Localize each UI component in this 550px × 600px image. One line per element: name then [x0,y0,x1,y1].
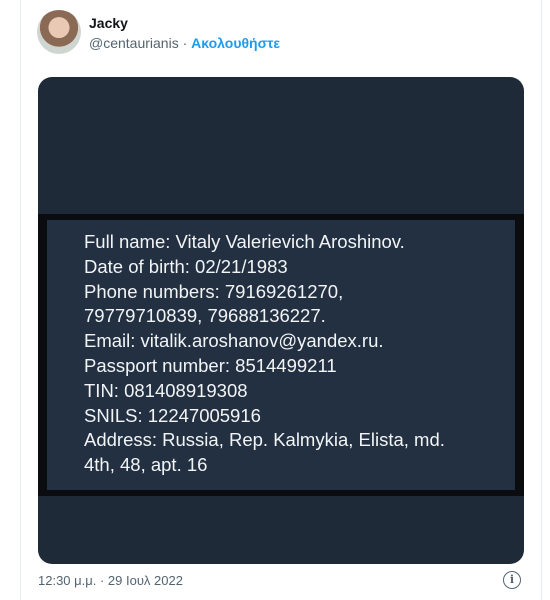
author-handle[interactable]: @centaurianis [89,35,179,51]
doc-line: TIN: 081408919308 [84,379,248,401]
doc-line: 4th, 48, apt. 16 [84,454,208,476]
doc-line: Passport number: 8514499211 [84,354,337,376]
avatar[interactable] [37,10,81,54]
document-text: Full name: Vitaly Valerievich Aroshinov.… [84,230,445,478]
follow-button[interactable]: Ακολουθήστε [191,35,280,51]
document-panel: Full name: Vitaly Valerievich Aroshinov.… [47,220,515,490]
tweet-card: Jacky @centaurianis · Ακολουθήστε Full n… [20,0,542,600]
tweet-image[interactable]: Full name: Vitaly Valerievich Aroshinov.… [38,77,524,564]
doc-line: Full name: Vitaly Valerievich Aroshinov. [84,231,405,252]
tweet-timestamp[interactable]: 12:30 μ.μ. · 29 Ιουλ 2022 [38,573,183,588]
doc-line: Phone numbers: 79169261270, [84,280,344,302]
separator: · [182,35,188,51]
doc-line: 79779710839, 79688136227. [84,305,326,327]
doc-line: Address: Russia, Rep. Kalmykia, Elista, … [84,429,445,451]
handle-line: @centaurianis · Ακολουθήστε [89,35,280,51]
doc-line: Date of birth: 02/21/1983 [84,255,288,277]
info-icon[interactable]: i [503,571,521,589]
doc-line: SNILS: 12247005916 [84,404,261,426]
doc-line: Email: vitalik.aroshanov@yandex.ru. [84,330,384,352]
author-name[interactable]: Jacky [89,15,128,31]
